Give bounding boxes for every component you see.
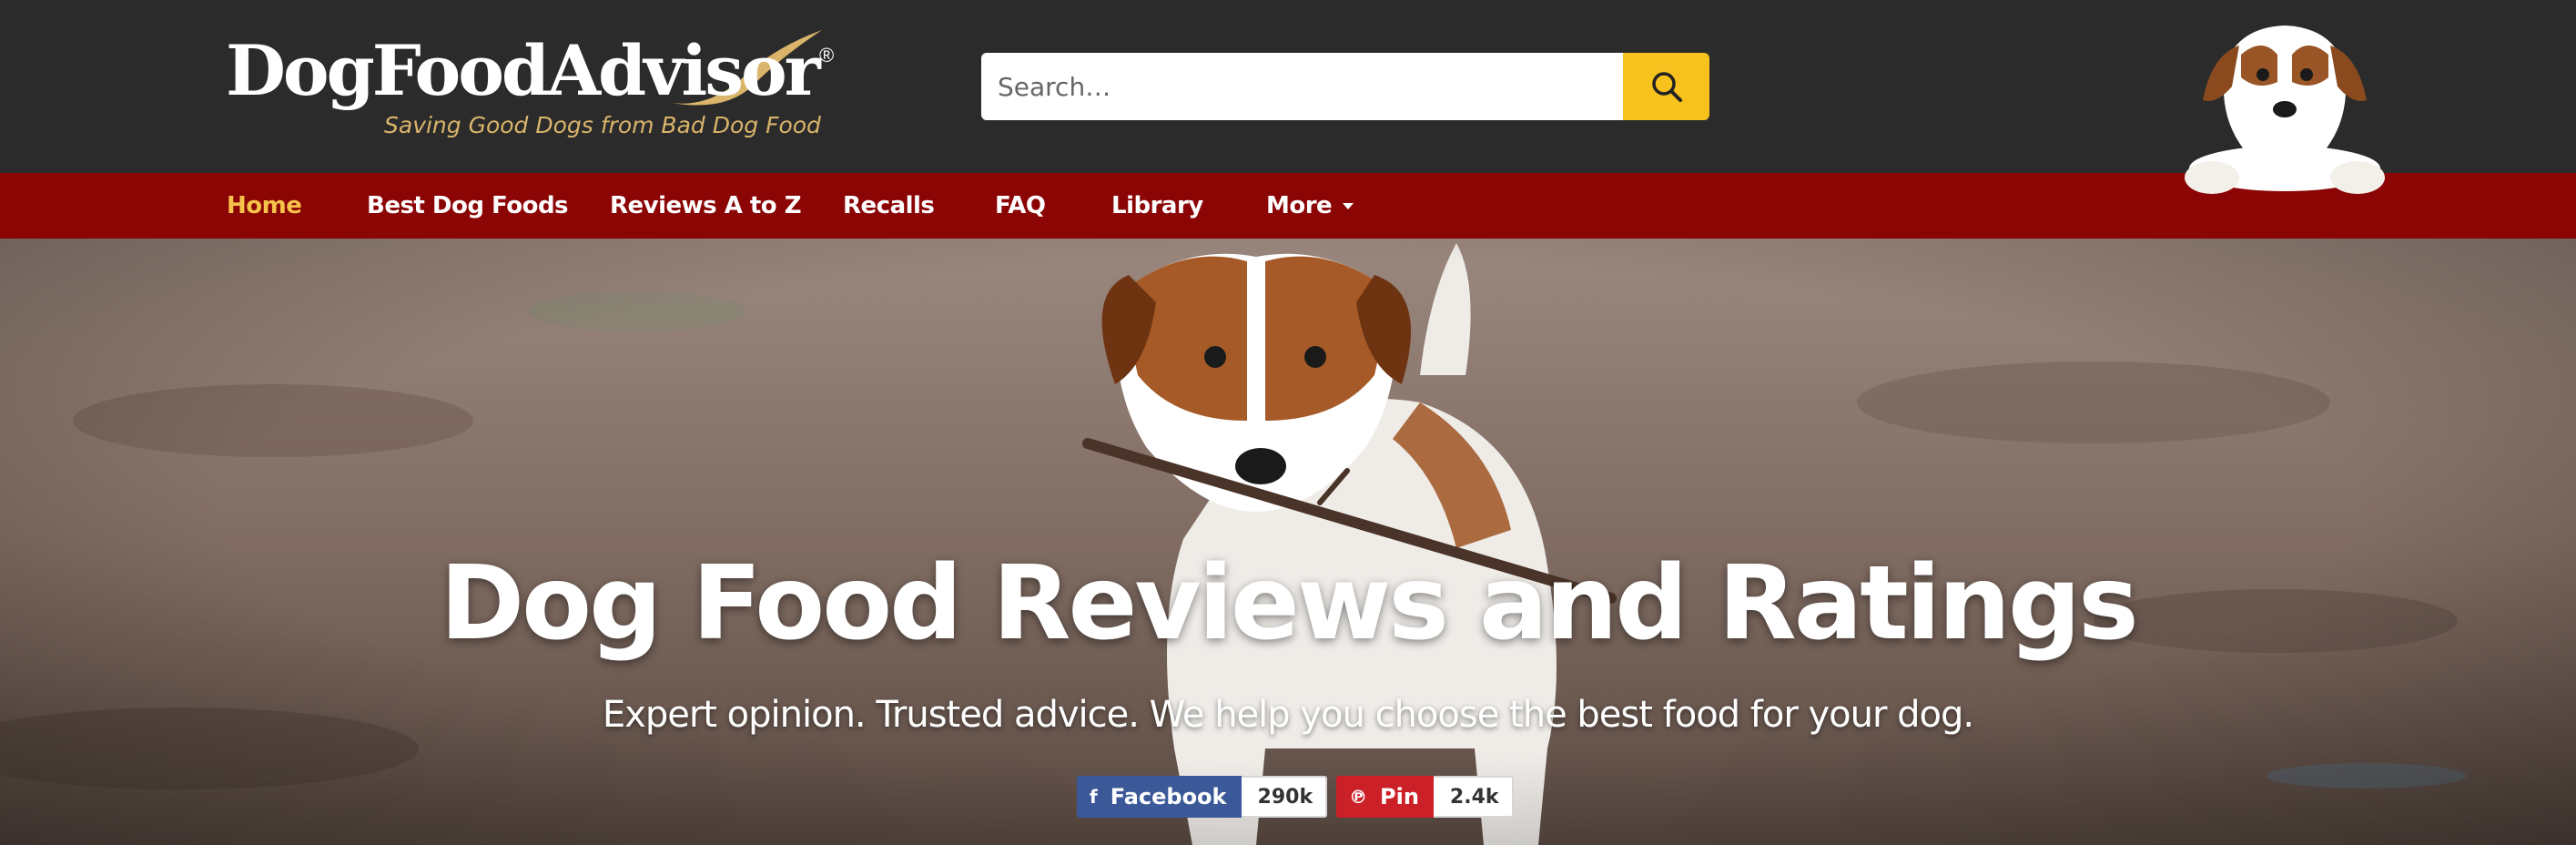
nav-item-recalls[interactable]: Recalls: [843, 173, 935, 239]
search-input[interactable]: [981, 53, 1623, 120]
pinterest-share-button[interactable]: ℗ Pin: [1336, 776, 1434, 818]
nav-item-home[interactable]: Home: [227, 173, 302, 239]
logo-wordmark: DogFoodAdvisor: [226, 30, 821, 111]
nav-item-faq[interactable]: FAQ: [995, 173, 1046, 239]
search-icon: [1651, 72, 1682, 102]
search-bar: [981, 53, 1709, 120]
pinterest-icon: ℗: [1349, 786, 1367, 808]
facebook-share-count: 290k: [1232, 776, 1328, 818]
search-button[interactable]: [1623, 53, 1709, 120]
nav-item-more-label: More: [1266, 192, 1333, 219]
facebook-icon: f: [1090, 786, 1098, 808]
pinterest-share-count: 2.4k: [1424, 776, 1514, 818]
registered-mark: ®: [819, 44, 835, 66]
hero-image: [0, 239, 2576, 845]
hero-banner: Dog Food Reviews and Ratings Expert opin…: [0, 239, 2576, 845]
pinterest-share: ℗ Pin 2.4k: [1336, 776, 1514, 818]
facebook-share-label: Facebook: [1110, 784, 1227, 809]
logo-tagline: Saving Good Dogs from Bad Dog Food: [384, 112, 821, 138]
nav-item-library[interactable]: Library: [1111, 173, 1203, 239]
nav-item-reviews-a-to-z[interactable]: Reviews A to Z: [610, 173, 802, 239]
pinterest-share-label: Pin: [1380, 784, 1419, 809]
nav-item-best-dog-foods[interactable]: Best Dog Foods: [367, 173, 569, 239]
nav-item-more[interactable]: More: [1266, 173, 1354, 239]
facebook-share: f Facebook 290k: [1077, 776, 1328, 818]
puppy-mascot: [2185, 25, 2385, 194]
facebook-share-button[interactable]: f Facebook: [1077, 776, 1242, 818]
site-logo[interactable]: DogFoodAdvisor ® Saving Good Dogs from B…: [226, 25, 845, 153]
hero-subtitle: Expert opinion. Trusted advice. We help …: [602, 694, 1974, 736]
hero-title: Dog Food Reviews and Ratings: [440, 545, 2139, 663]
chevron-down-icon: [1343, 203, 1354, 209]
